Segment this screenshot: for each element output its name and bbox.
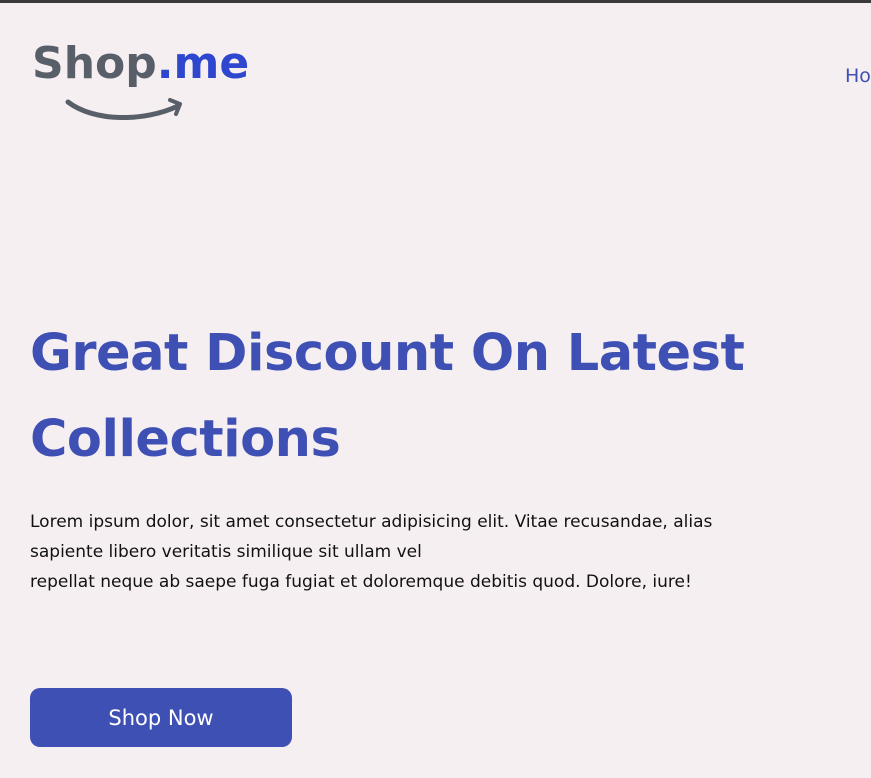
logo-text-shop: Shop: [32, 38, 157, 89]
site-logo[interactable]: Shop.me: [32, 36, 272, 128]
hero-description-line-1: Lorem ipsum dolor, sit amet consectetur …: [30, 512, 713, 562]
hero-title-line-2: Collections: [30, 410, 341, 469]
hero-title: Great Discount On Latest Collections: [30, 311, 820, 483]
top-window-border: [0, 0, 871, 3]
hero-description-line-2: repellat neque ab saepe fuga fugiat et d…: [30, 572, 692, 592]
hero-description: Lorem ipsum dolor, sit amet consectetur …: [30, 507, 790, 597]
hero-title-line-1: Great Discount On Latest: [30, 324, 745, 383]
logo-text: Shop.me: [32, 36, 249, 92]
shop-now-button[interactable]: Shop Now: [30, 688, 292, 747]
smile-arrow-icon: [65, 98, 182, 121]
logo-text-me: .me: [156, 38, 250, 89]
nav-link-home[interactable]: Ho: [845, 64, 871, 88]
